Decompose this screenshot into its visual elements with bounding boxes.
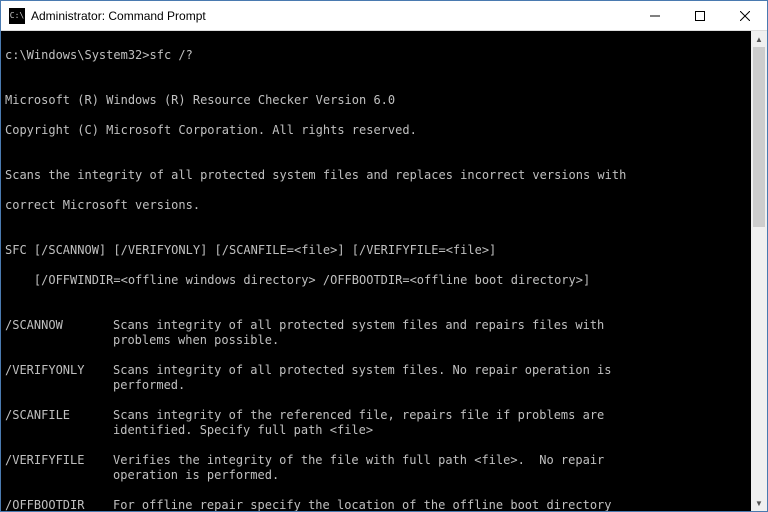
option-row: /SCANFILEScans integrity of the referenc… xyxy=(5,408,747,438)
option-key: /OFFBOOTDIR xyxy=(5,498,113,511)
option-row: /VERIFYONLYScans integrity of all protec… xyxy=(5,363,747,393)
output-line: SFC [/SCANNOW] [/VERIFYONLY] [/SCANFILE=… xyxy=(5,243,747,258)
output-line: Copyright (C) Microsoft Corporation. All… xyxy=(5,123,747,138)
prompt-line: c:\Windows\System32>sfc /? xyxy=(5,48,747,63)
vertical-scrollbar[interactable]: ▲ ▼ xyxy=(751,31,767,511)
output-line: correct Microsoft versions. xyxy=(5,198,747,213)
titlebar[interactable]: C:\ Administrator: Command Prompt xyxy=(1,1,767,31)
option-key: /SCANNOW xyxy=(5,318,113,348)
close-icon xyxy=(740,11,750,21)
option-desc: Scans integrity of the referenced file, … xyxy=(113,408,747,438)
scrollbar-thumb[interactable] xyxy=(753,47,765,227)
scroll-up-icon[interactable]: ▲ xyxy=(751,31,767,47)
option-desc: For offline repair specify the location … xyxy=(113,498,747,511)
option-desc: Scans integrity of all protected system … xyxy=(113,318,747,348)
option-row: /SCANNOWScans integrity of all protected… xyxy=(5,318,747,348)
option-row: /OFFBOOTDIRFor offline repair specify th… xyxy=(5,498,747,511)
option-desc: Verifies the integrity of the file with … xyxy=(113,453,747,483)
option-key: /VERIFYONLY xyxy=(5,363,113,393)
console-area: c:\Windows\System32>sfc /? Microsoft (R)… xyxy=(1,31,767,511)
minimize-icon xyxy=(650,11,660,21)
option-key: /VERIFYFILE xyxy=(5,453,113,483)
output-line: Scans the integrity of all protected sys… xyxy=(5,168,747,183)
option-desc: Scans integrity of all protected system … xyxy=(113,363,747,393)
minimize-button[interactable] xyxy=(632,1,677,30)
maximize-button[interactable] xyxy=(677,1,722,30)
window-title: Administrator: Command Prompt xyxy=(31,9,206,23)
option-row: /VERIFYFILEVerifies the integrity of the… xyxy=(5,453,747,483)
cmd-icon: C:\ xyxy=(9,8,25,24)
option-key: /SCANFILE xyxy=(5,408,113,438)
scroll-down-icon[interactable]: ▼ xyxy=(751,495,767,511)
output-line: Microsoft (R) Windows (R) Resource Check… xyxy=(5,93,747,108)
close-button[interactable] xyxy=(722,1,767,30)
console-output[interactable]: c:\Windows\System32>sfc /? Microsoft (R)… xyxy=(1,31,751,511)
output-line: [/OFFWINDIR=<offline windows directory> … xyxy=(5,273,747,288)
command-prompt-window: C:\ Administrator: Command Prompt c:\Win… xyxy=(0,0,768,512)
maximize-icon xyxy=(695,11,705,21)
